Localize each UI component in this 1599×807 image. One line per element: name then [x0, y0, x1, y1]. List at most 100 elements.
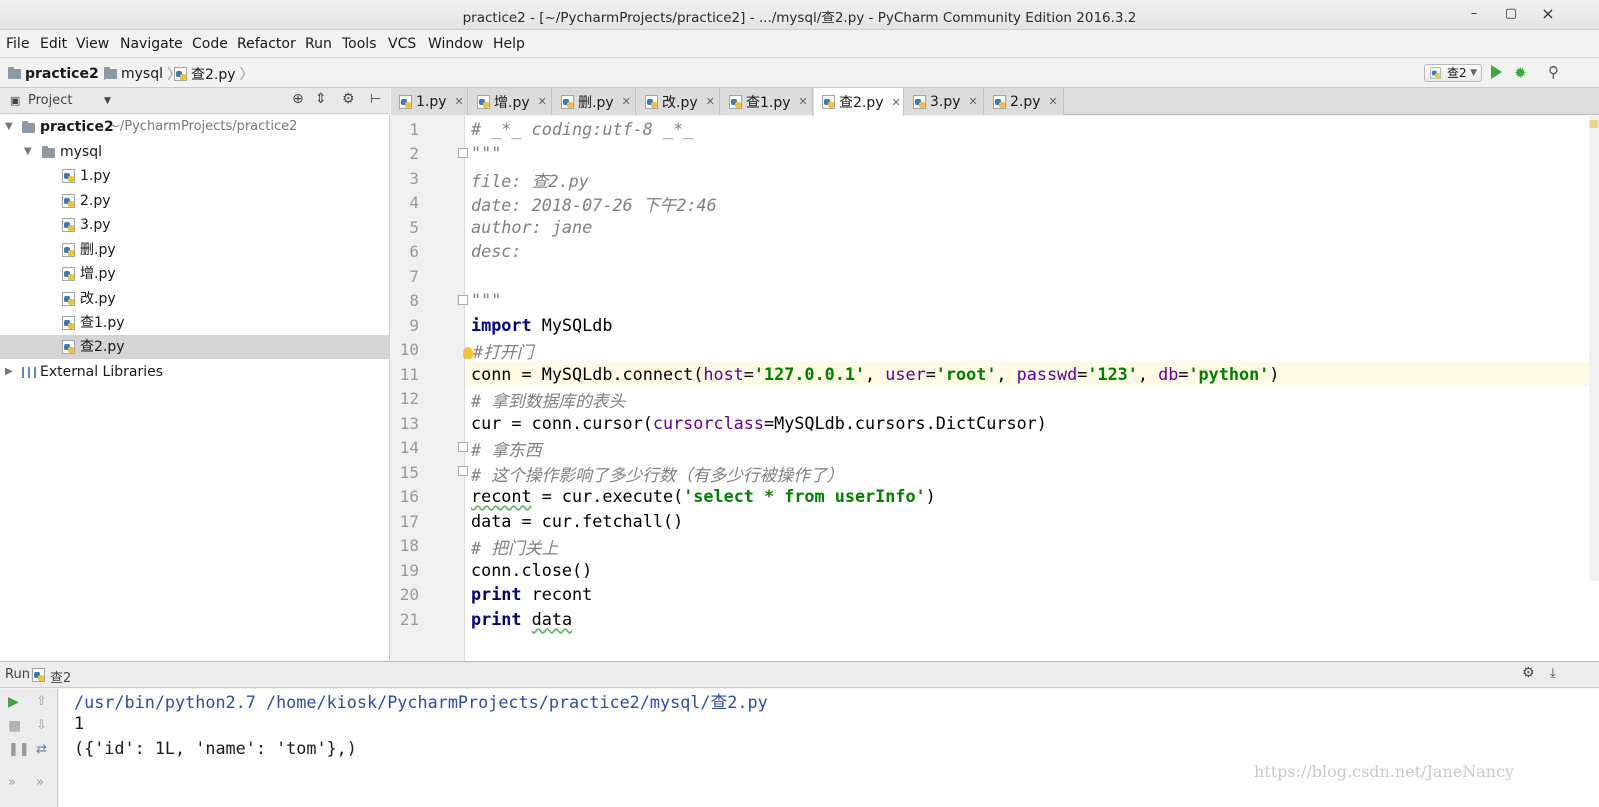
fold-marker-icon[interactable]	[458, 148, 468, 158]
expand-arrow-icon[interactable]: ▼	[24, 140, 32, 164]
run-icon[interactable]	[1491, 65, 1502, 79]
close-tab-icon[interactable]: ✕	[455, 95, 464, 108]
project-tree: ▼ practice2 ~/PycharmProjects/practice2 …	[0, 115, 390, 660]
error-stripe	[1589, 116, 1599, 581]
line-number: 15	[399, 463, 419, 482]
tab-gai-py[interactable]: 改.py ✕	[637, 88, 720, 115]
maximize-button[interactable]: ▢	[1500, 4, 1522, 24]
menu-file[interactable]: File	[6, 36, 29, 52]
expand-arrow-icon[interactable]: ▶	[5, 360, 13, 384]
close-button[interactable]: ×	[1537, 4, 1559, 24]
string-literal: 'root'	[935, 364, 997, 384]
tree-item-label: 查2.py	[80, 339, 125, 355]
project-panel-title[interactable]: Project	[28, 93, 72, 108]
menu-help[interactable]: Help	[493, 36, 525, 52]
soft-wrap-icon[interactable]: ⇄	[36, 742, 47, 757]
debug-icon[interactable]: ✹	[1514, 64, 1527, 82]
run-panel-config[interactable]: 查2	[50, 667, 71, 686]
locate-icon[interactable]: ⊕	[292, 91, 304, 107]
tab-2-py[interactable]: 2.py ✕	[985, 88, 1064, 115]
tab-label: 查1.py	[746, 94, 791, 111]
search-icon[interactable]: ⚲	[1548, 63, 1559, 81]
tree-item-external-libraries[interactable]: ▶ External Libraries	[0, 360, 390, 384]
minimize-button[interactable]: –	[1463, 4, 1485, 24]
window-title: practice2 - [~/PycharmProjects/practice2…	[462, 10, 1137, 26]
tab-3-py[interactable]: 3.py ✕	[905, 88, 984, 115]
menu-vcs[interactable]: VCS	[388, 36, 416, 52]
tree-item-practice2[interactable]: ▼ practice2 ~/PycharmProjects/practice2	[0, 115, 390, 139]
tree-item-label: 3.py	[80, 217, 111, 233]
menu-edit[interactable]: Edit	[40, 36, 67, 52]
menu-refactor[interactable]: Refactor	[237, 36, 296, 52]
breadcrumb-project[interactable]: practice2 〉	[8, 64, 117, 84]
arrow-down-icon[interactable]: ⇩	[36, 718, 47, 733]
code-line-10: #打开门	[463, 339, 533, 363]
run-console[interactable]: /usr/bin/python2.7 /home/kiosk/PycharmPr…	[59, 689, 1599, 807]
line-number: 21	[399, 610, 419, 629]
breadcrumb-label: 查2.py	[191, 67, 236, 83]
tree-item-file[interactable]: 2.py	[0, 189, 390, 213]
line-number: 16	[399, 487, 419, 506]
menu-window[interactable]: Window	[428, 36, 483, 52]
line-number: 20	[399, 585, 419, 604]
close-tab-icon[interactable]: ✕	[799, 95, 808, 108]
tab-shan-py[interactable]: 删.py ✕	[553, 88, 636, 115]
close-tab-icon[interactable]: ✕	[969, 95, 978, 108]
hide-panel-icon[interactable]: ⊢	[370, 92, 381, 107]
more-actions-icon[interactable]: »	[8, 775, 16, 790]
close-tab-icon[interactable]: ✕	[622, 95, 631, 108]
console-command-line[interactable]: /usr/bin/python2.7 /home/kiosk/PycharmPr…	[74, 689, 768, 713]
breadcrumb-file[interactable]: 查2.py 〉	[174, 64, 254, 84]
menu-view[interactable]: View	[76, 36, 109, 52]
menu-tools[interactable]: Tools	[342, 36, 377, 52]
close-tab-icon[interactable]: ✕	[1049, 95, 1058, 108]
chevron-right-icon: 〉	[239, 67, 254, 83]
param-name: cursorclass	[652, 413, 764, 433]
folder-icon	[8, 67, 21, 79]
code-editor[interactable]: 1 2 3 4 5 6 7 8 9 10 11 12 13 14 15 16 1…	[391, 116, 1599, 661]
param-name: user	[885, 364, 926, 384]
tree-item-file-selected[interactable]: 查2.py	[0, 335, 390, 359]
warning-marker[interactable]	[1590, 120, 1598, 128]
tree-item-file[interactable]: 查1.py	[0, 311, 390, 335]
close-tab-icon[interactable]: ✕	[706, 95, 715, 108]
tab-cha1-py[interactable]: 查1.py ✕	[721, 88, 813, 115]
tree-item-file[interactable]: 删.py	[0, 238, 390, 262]
tree-item-file[interactable]: 3.py	[0, 213, 390, 237]
chevron-down-icon[interactable]: ▼	[104, 96, 111, 106]
stop-icon[interactable]: ■	[8, 718, 21, 734]
rerun-icon[interactable]: ▶	[8, 694, 19, 710]
menu-navigate[interactable]: Navigate	[120, 36, 183, 52]
hide-panel-icon[interactable]: ⤓	[1550, 666, 1556, 681]
arrow-up-icon[interactable]: ⇧	[36, 694, 47, 709]
window-titlebar: practice2 - [~/PycharmProjects/practice2…	[0, 0, 1599, 30]
run-panel-title[interactable]: Run	[5, 667, 30, 682]
breadcrumb-folder[interactable]: mysql 〉	[104, 64, 181, 84]
fold-marker-icon[interactable]	[458, 442, 468, 452]
gear-icon[interactable]: ⚙	[342, 91, 355, 107]
tree-item-file[interactable]: 1.py	[0, 164, 390, 188]
code-line-4: date: 2018-07-26 下午2:46	[471, 195, 717, 215]
tree-item-file[interactable]: 增.py	[0, 262, 390, 286]
tab-cha2-py[interactable]: 查2.py ✕	[814, 88, 904, 116]
tab-1-py[interactable]: 1.py ✕	[391, 88, 468, 115]
expand-arrow-icon[interactable]: ▼	[5, 115, 13, 139]
tree-item-file[interactable]: 改.py	[0, 287, 390, 311]
menu-run[interactable]: Run	[305, 36, 332, 52]
tab-zeng-py[interactable]: 增.py ✕	[469, 88, 552, 115]
collapse-icon[interactable]: ⇕	[315, 91, 327, 107]
intention-bulb-icon[interactable]	[463, 347, 473, 359]
tree-item-label: 2.py	[80, 193, 111, 209]
tree-item-mysql[interactable]: ▼ mysql	[0, 140, 390, 164]
more-actions-icon[interactable]: »	[36, 775, 44, 790]
pause-icon[interactable]: ❚❚	[8, 742, 30, 757]
close-tab-icon[interactable]: ✕	[892, 96, 901, 109]
code-line-21: print data	[471, 609, 572, 629]
menu-code[interactable]: Code	[192, 36, 228, 52]
fold-marker-icon[interactable]	[458, 295, 468, 305]
gear-icon[interactable]: ⚙	[1522, 665, 1535, 681]
fold-marker-icon[interactable]	[458, 466, 468, 476]
close-tab-icon[interactable]: ✕	[538, 95, 547, 108]
run-configuration-select[interactable]: 查2 ▼	[1424, 64, 1482, 82]
line-number: 4	[409, 193, 419, 212]
